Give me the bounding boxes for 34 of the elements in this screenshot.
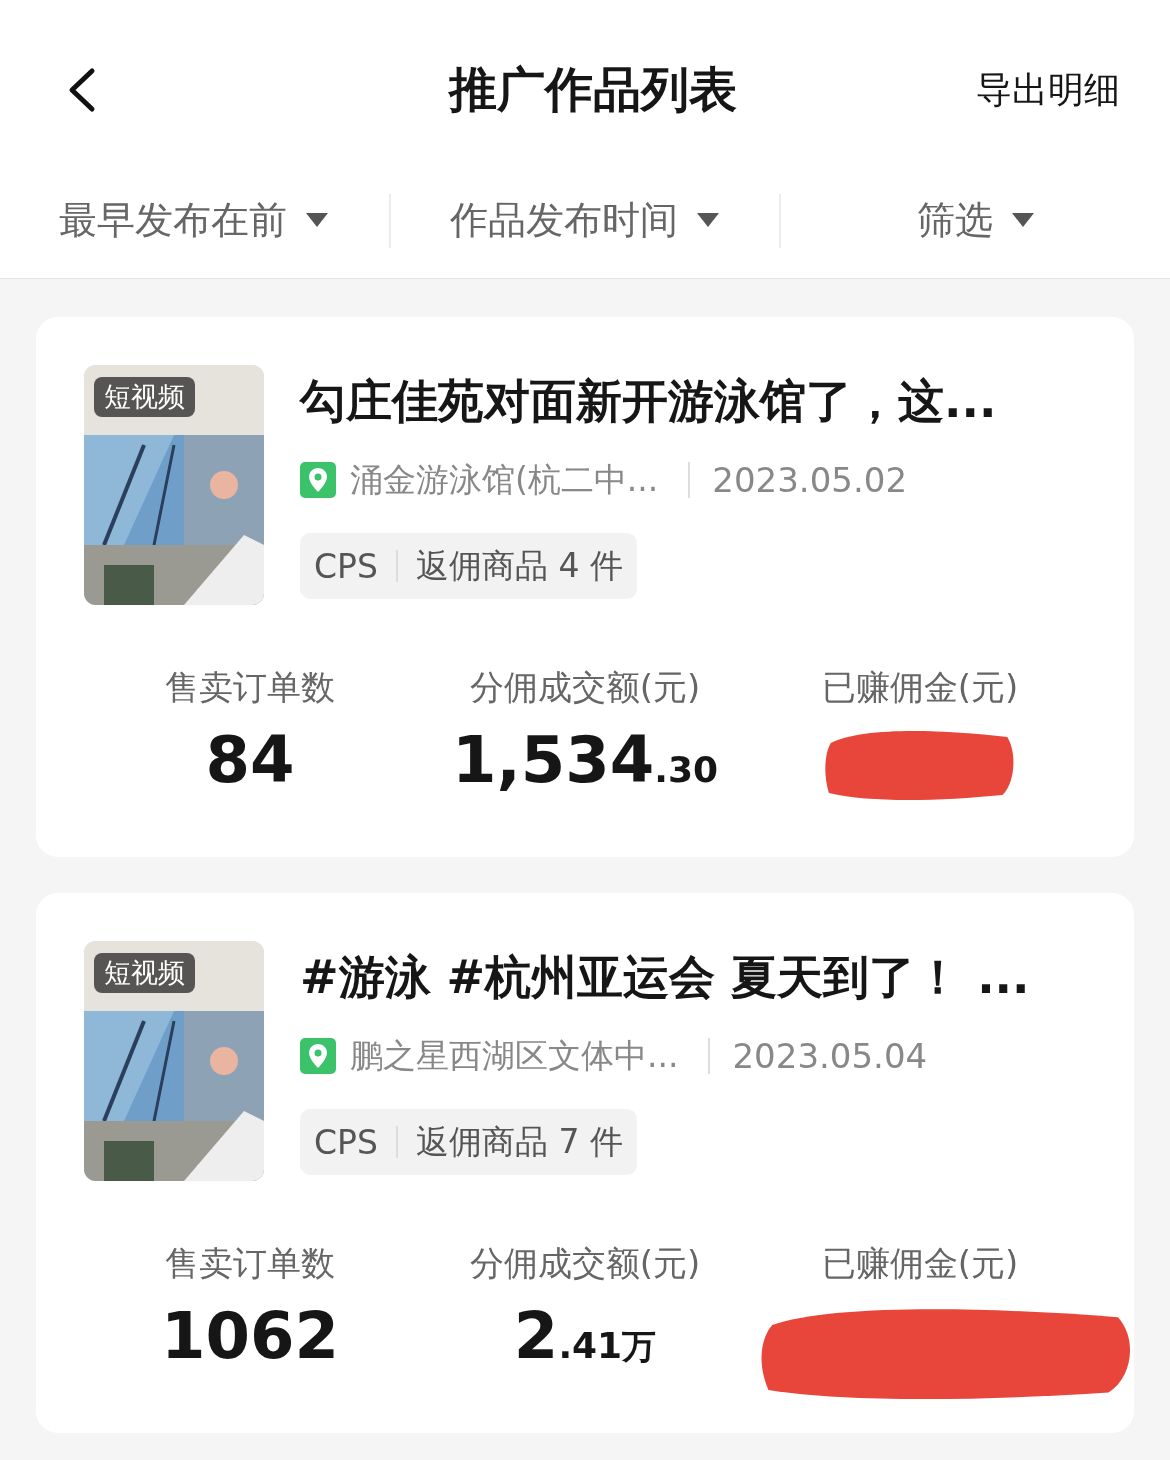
publish-date: 2023.05.04 — [732, 1036, 928, 1076]
stat-label: 已赚佣金(元) — [821, 666, 1019, 709]
stat-value: 2.41万 — [513, 1299, 657, 1373]
location-pin-icon — [300, 1038, 336, 1074]
tag-type: CPS — [314, 546, 378, 586]
caret-icon — [1010, 212, 1035, 228]
location-text: 鹏之星西湖区文体中... — [350, 1034, 679, 1077]
export-link[interactable]: 导出明细 — [976, 65, 1120, 115]
filter-dropdown[interactable]: 最早发布在前 — [59, 194, 330, 246]
publish-date: 2023.05.02 — [712, 460, 907, 500]
stat-label: 售卖订单数 — [165, 666, 335, 709]
video-badge: 短视频 — [94, 953, 195, 993]
location-text: 涌金游泳馆(杭二中... — [350, 458, 659, 501]
work-title: 勾庄佳苑对面新开游泳馆了，这... — [300, 373, 998, 430]
filter-dropdown[interactable]: 筛选 — [916, 194, 1035, 246]
tag-type: CPS — [314, 1122, 378, 1162]
stat-value: 1062 — [160, 1299, 340, 1373]
work-card[interactable]: 短视频 #游泳 #杭州亚运会 夏天到了！ ... 鹏之星西湖区文体中... 2023.05.04 CPS 返佣商品 7 件 售卖订单数 1062 分佣成交额(元) 2.41万 已赚佣金(元) — [36, 893, 1134, 1433]
caret-icon — [305, 212, 330, 228]
work-title: #游泳 #杭州亚运会 夏天到了！ ... — [300, 949, 1031, 1006]
stat-value: 1,534.30 — [451, 723, 719, 797]
caret-icon — [696, 212, 720, 228]
goods-count: 返佣商品 4 件 — [415, 544, 623, 587]
location-pin-icon — [300, 462, 336, 498]
work-card[interactable]: 短视频 勾庄佳苑对面新开游泳馆了，这... 涌金游泳馆(杭二中... 2023.05.02 CPS 返佣商品 4 件 售卖订单数 84 分佣成交额(元) 1,534.30 已赚佣金(元) — [36, 317, 1134, 857]
page-title: 推广作品列表 — [449, 60, 737, 119]
stat-label: 已赚佣金(元) — [821, 1242, 1019, 1285]
video-badge: 短视频 — [94, 377, 195, 417]
stat-value: 84 — [205, 723, 295, 797]
stat-label: 分佣成交额(元) — [469, 666, 701, 709]
goods-count: 返佣商品 7 件 — [415, 1120, 623, 1163]
stat-label: 售卖订单数 — [165, 1242, 335, 1285]
filter-dropdown[interactable]: 作品发布时间 — [450, 194, 720, 246]
stat-label: 分佣成交额(元) — [469, 1242, 701, 1285]
